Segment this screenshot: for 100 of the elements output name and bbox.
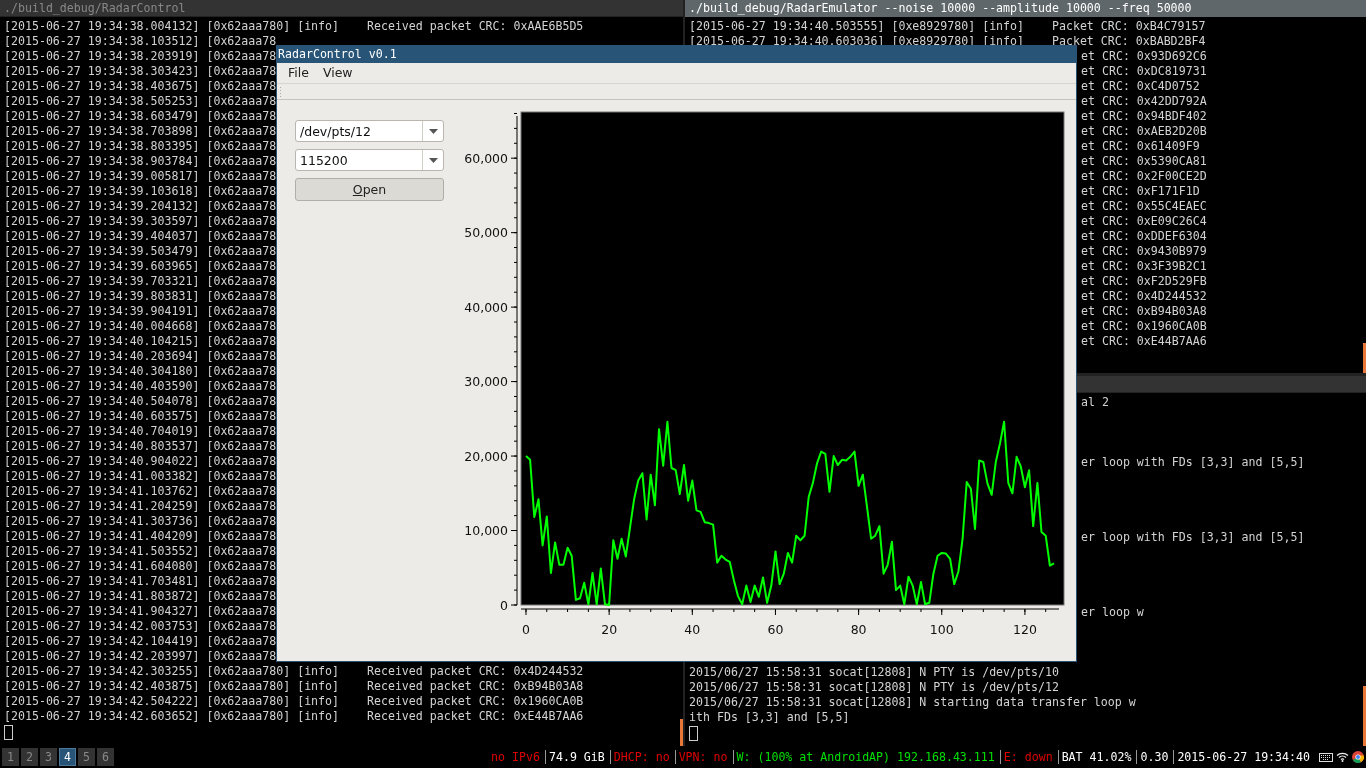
scroll-indicator (1363, 686, 1366, 746)
open-button[interactable]: Open (295, 178, 444, 201)
terminal-title: ./build_debug/RadarEmulator --noise 10000 --amplitude 10000 --freq 50000 (689, 1, 1192, 15)
terminal-line: [2015-06-27 19:34:40.904022] [0x62aaa78 (4, 454, 277, 469)
terminal-line: [2015-06-27 19:34:39.603965] [0x62aaa78 (4, 259, 277, 274)
workspace-button[interactable]: 2 (21, 748, 38, 766)
status-item: E: down (999, 750, 1056, 764)
terminal-line: [2015-06-27 19:34:38.505253] [0x62aaa78 (4, 94, 277, 109)
terminal-line: er loop with FDs [3,3] and [5,5] (1081, 530, 1305, 545)
workspace-button[interactable]: 6 (97, 748, 114, 766)
tick-label: 120 (1013, 622, 1037, 637)
terminal-line: et CRC: 0xAEB2D20B (1081, 124, 1207, 139)
tick-label: 0 (500, 597, 508, 613)
terminal-line: er loop with FDs [3,3] and [5,5] (1081, 455, 1305, 470)
terminal-line: [2015-06-27 19:34:38.803395] [0x62aaa78 (4, 139, 277, 154)
tick-label: 30,000 (464, 374, 508, 390)
terminal-line: [2015-06-27 19:34:38.903784] [0x62aaa78 (4, 154, 277, 169)
status-item: no IPv6 (490, 750, 541, 764)
status-item: BAT 41.02% (1057, 750, 1135, 764)
baud-dropdown[interactable]: 115200 (295, 149, 444, 171)
tick-label: 40,000 (464, 299, 508, 315)
menu-item[interactable]: File (281, 63, 316, 83)
caret-icon (428, 157, 438, 163)
terminal-line: [2015-06-27 19:34:40.704019] [0x62aaa78 (4, 424, 277, 439)
toolbar-grip[interactable] (279, 86, 282, 97)
terminal-line: [2015-06-27 19:34:41.904327] [0x62aaa78 (4, 604, 277, 619)
terminal-line: [2015-06-27 19:34:38.203919] [0x62aaa78 (4, 49, 277, 64)
terminal-line: [2015-06-27 19:34:42.104419] [0x62aaa78 (4, 634, 277, 649)
terminal-line: et CRC: 0xC4D0752 (1081, 79, 1200, 94)
terminal-line: et CRC: 0x9430B979 (1081, 244, 1207, 259)
workspace-button[interactable]: 3 (40, 748, 57, 766)
workspace-button[interactable]: 5 (78, 748, 95, 766)
tick-label: 40 (684, 622, 701, 637)
terminal-line: ith FDs [3,3] and [5,5] (689, 710, 850, 725)
terminal-line: [2015-06-27 19:34:40.504078] [0x62aaa78 (4, 394, 277, 409)
terminal-line: [2015-06-27 19:34:41.204259] [0x62aaa78 (4, 499, 277, 514)
terminal-line: [2015-06-27 19:34:40.304180] [0x62aaa78 (4, 364, 277, 379)
terminal-line: et CRC: 0x2F00CE2D (1081, 169, 1207, 184)
terminal-line: [2015-06-27 19:34:40.503555] [0xe8929780] [info] Packet CRC: 0xB4C79157 (689, 19, 1206, 34)
menu-item[interactable]: View (315, 63, 360, 83)
terminal-line: et CRC: 0x4D244532 (1081, 289, 1207, 304)
scroll-indicator (680, 719, 683, 746)
terminal-line: [2015-06-27 19:34:41.703481] [0x62aaa78 (4, 574, 277, 589)
terminal-line: et CRC: 0x55C4EAEC (1081, 199, 1207, 214)
terminal-line: [2015-06-27 19:34:40.403590] [0x62aaa78 (4, 379, 277, 394)
terminal-line: [2015-06-27 19:34:41.503552] [0x62aaa78 (4, 544, 277, 559)
terminal-line: [2015-06-27 19:34:38.004132] [0x62aaa780] [info] Received packet CRC: 0xAAE6B5D5 (4, 19, 584, 34)
terminal-line: [2015-06-27 19:34:41.303736] [0x62aaa78 (4, 514, 277, 529)
terminal-line: [2015-06-27 19:34:38.703898] [0x62aaa78 (4, 124, 277, 139)
terminal-line: et CRC: 0x1960CA0B (1081, 319, 1207, 334)
terminal-line: [2015-06-27 19:34:41.803872] [0x62aaa78 (4, 589, 277, 604)
terminal-line: et CRC: 0xF171F1D (1081, 184, 1200, 199)
tick-label: 50,000 (464, 225, 508, 241)
terminal-line: et CRC: 0xB94B03A8 (1081, 304, 1207, 319)
terminal-line: [2015-06-27 19:34:38.303423] [0x62aaa78 (4, 64, 277, 79)
wifi-icon[interactable] (1336, 752, 1349, 762)
terminal-line: [2015-06-27 19:34:41.604080] [0x62aaa78 (4, 559, 277, 574)
terminal-line: [2015-06-27 19:34:41.003382] [0x62aaa78 (4, 469, 277, 484)
terminal-line: [2015-06-27 19:34:41.103762] [0x62aaa78 (4, 484, 277, 499)
status-item: 74.9 GiB (544, 750, 608, 764)
terminal-line: [2015-06-27 19:34:42.003753] [0x62aaa78 (4, 619, 277, 634)
terminal-line: et CRC: 0xE09C26C4 (1081, 214, 1207, 229)
terminal-line: et CRC: 0xF2D529FB (1081, 274, 1207, 289)
terminal-line: et CRC: 0xDDEF6304 (1081, 229, 1207, 244)
tick-label: 60 (767, 622, 784, 637)
workspace-button[interactable]: 1 (2, 748, 19, 766)
terminal-line: [2015-06-27 19:34:39.103618] [0x62aaa78 (4, 184, 277, 199)
terminal-line: et CRC: 0x42DD792A (1081, 94, 1207, 109)
window-title: RadarControl v0.1 (278, 47, 397, 61)
terminal-line: er loop w (1081, 605, 1144, 620)
workspace-button[interactable]: 4 (59, 748, 76, 766)
terminal-line: et CRC: 0xE44B7AA6 (1081, 334, 1207, 349)
tick-label: 80 (850, 622, 867, 637)
terminal-line: et CRC: 0xDC819731 (1081, 64, 1207, 79)
terminal-line: et CRC: 0x61409F9 (1081, 139, 1200, 154)
keyboard-icon[interactable] (1319, 752, 1333, 762)
terminal-line: [2015-06-27 19:34:42.203997] [0x62aaa78 (4, 649, 277, 664)
terminal-line: et CRC: 0x5390CA81 (1081, 154, 1207, 169)
port-dropdown[interactable]: /dev/pts/12 (295, 120, 444, 142)
terminal-line: al 2 (1081, 395, 1109, 410)
terminal-line: [2015-06-27 19:34:39.803831] [0x62aaa78 (4, 289, 277, 304)
terminal-title: ./build_debug/RadarControl (4, 1, 186, 15)
tick-label: 60,000 (464, 150, 508, 166)
terminal-line: [2015-06-27 19:34:38.603479] [0x62aaa78 (4, 109, 277, 124)
tick-label: 10,000 (464, 523, 508, 539)
terminal-line: [2015-06-27 19:34:38.103512] [0x62aaa78 (4, 34, 277, 49)
terminal-line: [2015-06-27 19:34:40.004668] [0x62aaa78 (4, 319, 277, 334)
terminal-line: [2015-06-27 19:34:40.603575] [0x62aaa78 (4, 409, 277, 424)
terminal-line: [2015-06-27 19:34:40.803537] [0x62aaa78 (4, 439, 277, 454)
scroll-indicator (1363, 343, 1366, 373)
status-item: W: (100% at AndroidAP) 192.168.43.111 (732, 750, 998, 764)
terminal-line: [2015-06-27 19:34:39.303597] [0x62aaa78 (4, 214, 277, 229)
tick-label: 20,000 (464, 448, 508, 464)
terminal-line: [2015-06-27 19:34:42.504222] [0x62aaa780] [info] Received packet CRC: 0x1960CA0B (4, 694, 584, 709)
terminal-line: [2015-06-27 19:34:42.403875] [0x62aaa780] [info] Received packet CRC: 0xB94B03A8 (4, 679, 584, 694)
terminal-line: [2015-06-27 19:34:40.104215] [0x62aaa78 (4, 334, 277, 349)
terminal-line: [2015-06-27 19:34:42.603652] [0x62aaa780] [info] Received packet CRC: 0xE44B7AA6 (4, 709, 584, 724)
tick-label: 0 (522, 622, 530, 637)
browser-icon[interactable] (1352, 751, 1364, 763)
tick-label: 20 (601, 622, 618, 637)
